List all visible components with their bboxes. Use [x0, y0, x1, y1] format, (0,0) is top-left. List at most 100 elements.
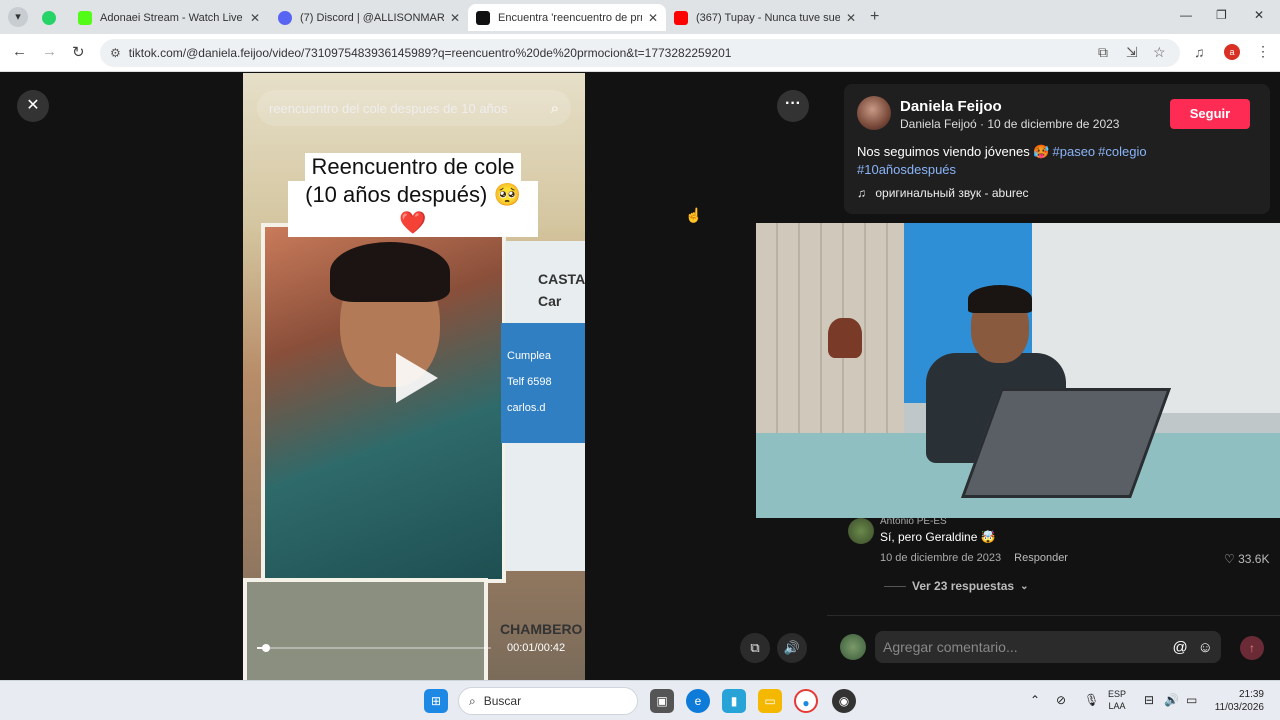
author-card: Daniela Feijoo Daniela Feijoó · 10 de di… [844, 84, 1270, 214]
caption-line-2: (10 años después) 🥺❤️ [288, 181, 538, 237]
user-avatar [840, 634, 866, 660]
url-text: tiktok.com/@daniela.feijoo/video/7310975… [128, 46, 732, 60]
tray-app-icon[interactable]: ⊘ [1056, 693, 1066, 707]
discord-icon [278, 10, 292, 25]
battery-icon[interactable]: ▭ [1186, 693, 1197, 707]
like-count: 33.6K [1238, 552, 1270, 566]
url-field[interactable]: ⚙ tiktok.com/@daniela.feijoo/video/73109… [100, 39, 1180, 67]
webcam-overlay [756, 223, 1280, 518]
music-note-icon: ♫ [857, 186, 866, 200]
close-icon[interactable]: ✕ [648, 11, 658, 25]
more-options-button[interactable]: ··· [777, 90, 809, 122]
heart-icon: ♡ [1224, 552, 1235, 566]
emoji-icon[interactable]: ☺ [1198, 639, 1213, 656]
obs-icon[interactable]: ◉ [832, 689, 856, 713]
video-caption: Reencuentro de cole (10 años después) 🥺❤… [288, 153, 538, 237]
video-search-bar[interactable]: reencuentro del cole despues de 10 años … [257, 90, 571, 126]
edge-icon[interactable]: e [686, 689, 710, 713]
microphone-icon[interactable]: 🎙 [1084, 693, 1099, 707]
task-view-icon[interactable]: ▣ [650, 689, 674, 713]
windows-start-icon[interactable]: ⊞ [424, 689, 448, 713]
comment-meta: 10 de diciembre de 2023 Responder [880, 552, 1068, 564]
commenter-avatar[interactable] [848, 518, 874, 544]
close-icon[interactable]: ✕ [450, 11, 460, 25]
video-description: Nos seguimos viendo jóvenes 🥵 #paseo #cole… [857, 143, 1257, 179]
language-indicator[interactable]: ESP LAA [1108, 688, 1126, 712]
hanging-cap-shape [828, 318, 862, 358]
speaker-icon[interactable]: 🔊 [1164, 693, 1179, 707]
sound-name: оригинальный звук - aburec [875, 186, 1029, 200]
window-close-icon[interactable]: ✕ [1254, 8, 1264, 22]
video-frame-photo-2 [243, 578, 488, 680]
view-replies-button[interactable]: Ver 23 respuestas ⌄ [884, 579, 1028, 593]
install-app-icon[interactable]: ⇲ [1126, 44, 1138, 61]
hashtag-link[interactable]: #10añosdespués [857, 162, 956, 177]
taskbar-search-label: Buscar [483, 694, 522, 708]
back-arrow-icon[interactable]: ← [12, 43, 27, 60]
mention-icon[interactable]: @ [1172, 639, 1187, 656]
tab-search-menu-button[interactable]: ▾ [8, 7, 28, 27]
kick-icon [78, 10, 92, 25]
reply-button[interactable]: Responder [1014, 552, 1068, 564]
forward-arrow-icon[interactable]: → [42, 43, 57, 60]
whatsapp-icon [42, 10, 56, 25]
search-query-text: reencuentro del cole despues de 10 años [269, 100, 508, 116]
chrome-icon[interactable]: ● [794, 689, 818, 713]
file-explorer-icon[interactable]: ▭ [758, 689, 782, 713]
media-controls-icon[interactable]: ♫ [1194, 44, 1205, 60]
address-bar-row: ← → ↻ ⚙ tiktok.com/@daniela.feijoo/video… [0, 34, 1280, 72]
author-avatar[interactable] [857, 96, 891, 130]
video-player[interactable]: CASTA Car Cumplea Telf 6598 carlos.d CHA… [243, 73, 585, 680]
close-icon[interactable]: ✕ [846, 11, 856, 25]
notes-app-icon[interactable]: ▮ [722, 689, 746, 713]
hashtag-link[interactable]: #colegio [1098, 144, 1146, 159]
volume-icon[interactable]: 🔊 [777, 633, 807, 663]
tab-kick-stream[interactable]: Adonaei Stream - Watch Live o ✕ [70, 4, 268, 31]
author-handle-date: Daniela Feijoó · 10 de diciembre de 2023 [900, 117, 1120, 131]
person-hair-shape [968, 285, 1032, 313]
author-name[interactable]: Daniela Feijoo [900, 98, 1002, 115]
bookmark-star-icon[interactable]: ☆ [1153, 44, 1166, 61]
comment-text: Sí, pero Geraldine 🤯 [880, 530, 996, 544]
hashtag-link[interactable]: #paseo [1053, 144, 1096, 159]
network-icon[interactable]: ⊟ [1144, 693, 1154, 707]
profile-avatar[interactable]: a [1224, 44, 1240, 60]
maximize-icon[interactable]: ❐ [1216, 8, 1227, 22]
tray-chevron-icon[interactable]: ⌃ [1030, 693, 1040, 707]
new-tab-plus-icon[interactable]: + [870, 8, 879, 26]
lang-line-2: LAA [1108, 701, 1126, 711]
tab-whatsapp[interactable] [34, 4, 64, 31]
play-icon[interactable] [396, 353, 438, 403]
browser-menu-icon[interactable]: ⋮ [1256, 43, 1270, 60]
tiktok-video-page: ✕ CASTA Car Cumplea Telf 6598 carlos.d C… [0, 73, 1280, 680]
comment-date: 10 de diciembre de 2023 [880, 552, 1002, 564]
minimize-icon[interactable]: — [1180, 8, 1192, 22]
youtube-icon [674, 10, 688, 25]
caption-line-1: Reencuentro de cole [305, 153, 521, 181]
floating-player-button[interactable]: ⧉ [740, 633, 770, 663]
close-video-button[interactable]: ✕ [17, 90, 49, 122]
clock-time: 21:39 [1238, 689, 1264, 700]
tab-tiktok-active[interactable]: Encuentra 'reencuentro de prm ✕ [468, 4, 666, 31]
comment-like-button[interactable]: ♡ 33.6K [1224, 552, 1269, 566]
follow-button[interactable]: Seguir [1170, 99, 1250, 129]
comment-input[interactable]: Agregar comentario... @ ☺ [875, 631, 1221, 663]
tab-youtube[interactable]: (367) Tupay - Nunca tuve suert ✕ [666, 4, 864, 31]
tab-title: Encuentra 'reencuentro de prm [498, 11, 642, 24]
comment-input-area: Agregar comentario... @ ☺ ↑ [827, 615, 1280, 680]
poster-label-text: CHAMBERO [500, 621, 583, 637]
divider-line [884, 585, 906, 587]
video-progress-bar[interactable] [257, 644, 491, 652]
system-clock[interactable]: 21:39 11/03/2026 [1206, 688, 1264, 714]
close-icon[interactable]: ✕ [250, 11, 260, 25]
sound-link[interactable]: ♫ оригинальный звук - aburec [857, 186, 1029, 200]
clock-date: 11/03/2026 [1214, 702, 1264, 713]
reload-icon[interactable]: ↻ [72, 43, 85, 61]
taskbar-search[interactable]: ⌕ Buscar [458, 687, 638, 715]
translate-icon[interactable]: ⧉ [1098, 44, 1108, 61]
search-icon[interactable]: ⌕ [551, 100, 559, 117]
search-icon: ⌕ [469, 693, 476, 708]
site-info-icon[interactable]: ⚙ [110, 46, 121, 60]
send-arrow-icon[interactable]: ↑ [1240, 636, 1264, 660]
tab-discord[interactable]: (7) Discord | @ALLISONMARIA ✕ [270, 4, 468, 31]
